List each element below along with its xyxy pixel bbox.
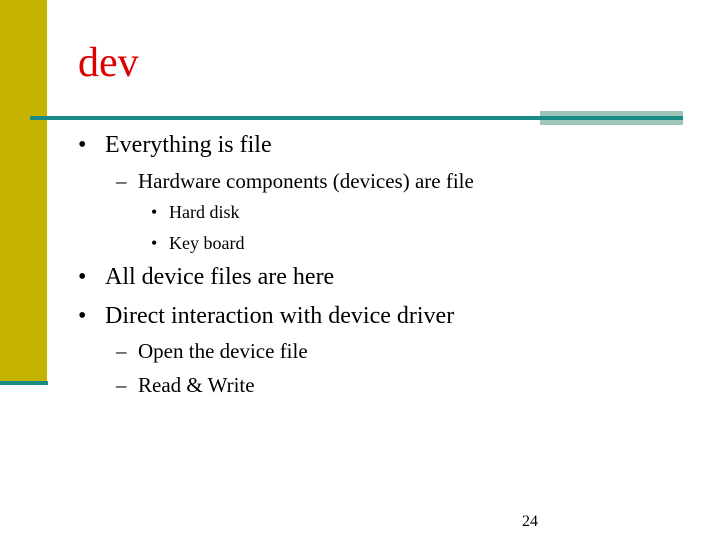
bullet-marker: •: [151, 202, 158, 222]
bullet-marker: –: [116, 339, 127, 363]
bullet-marker: –: [116, 169, 127, 193]
bullet-text: Key board: [169, 233, 245, 253]
accent-sidebar-underline: [0, 381, 48, 385]
accent-sidebar-bar: [0, 0, 47, 381]
bullet-marker: –: [116, 373, 127, 397]
bullet-marker: •: [78, 303, 87, 329]
title-rule-segment: [540, 116, 683, 120]
bullet-text: Hard disk: [169, 202, 240, 222]
bullet-marker: •: [78, 132, 87, 158]
bullet-text: Open the device file: [138, 339, 308, 363]
bullet-marker: •: [151, 233, 158, 253]
bullet-text: Hardware components (devices) are file: [138, 169, 474, 193]
bullet-text: All device files are here: [105, 264, 335, 290]
bullet-text: Read & Write: [138, 373, 255, 397]
bullet-text: Direct interaction with device driver: [105, 303, 455, 329]
page-number: 24: [522, 513, 538, 530]
bullet-marker: •: [78, 264, 87, 290]
bullet-text: Everything is file: [105, 132, 272, 158]
slide-title: dev: [78, 40, 139, 86]
